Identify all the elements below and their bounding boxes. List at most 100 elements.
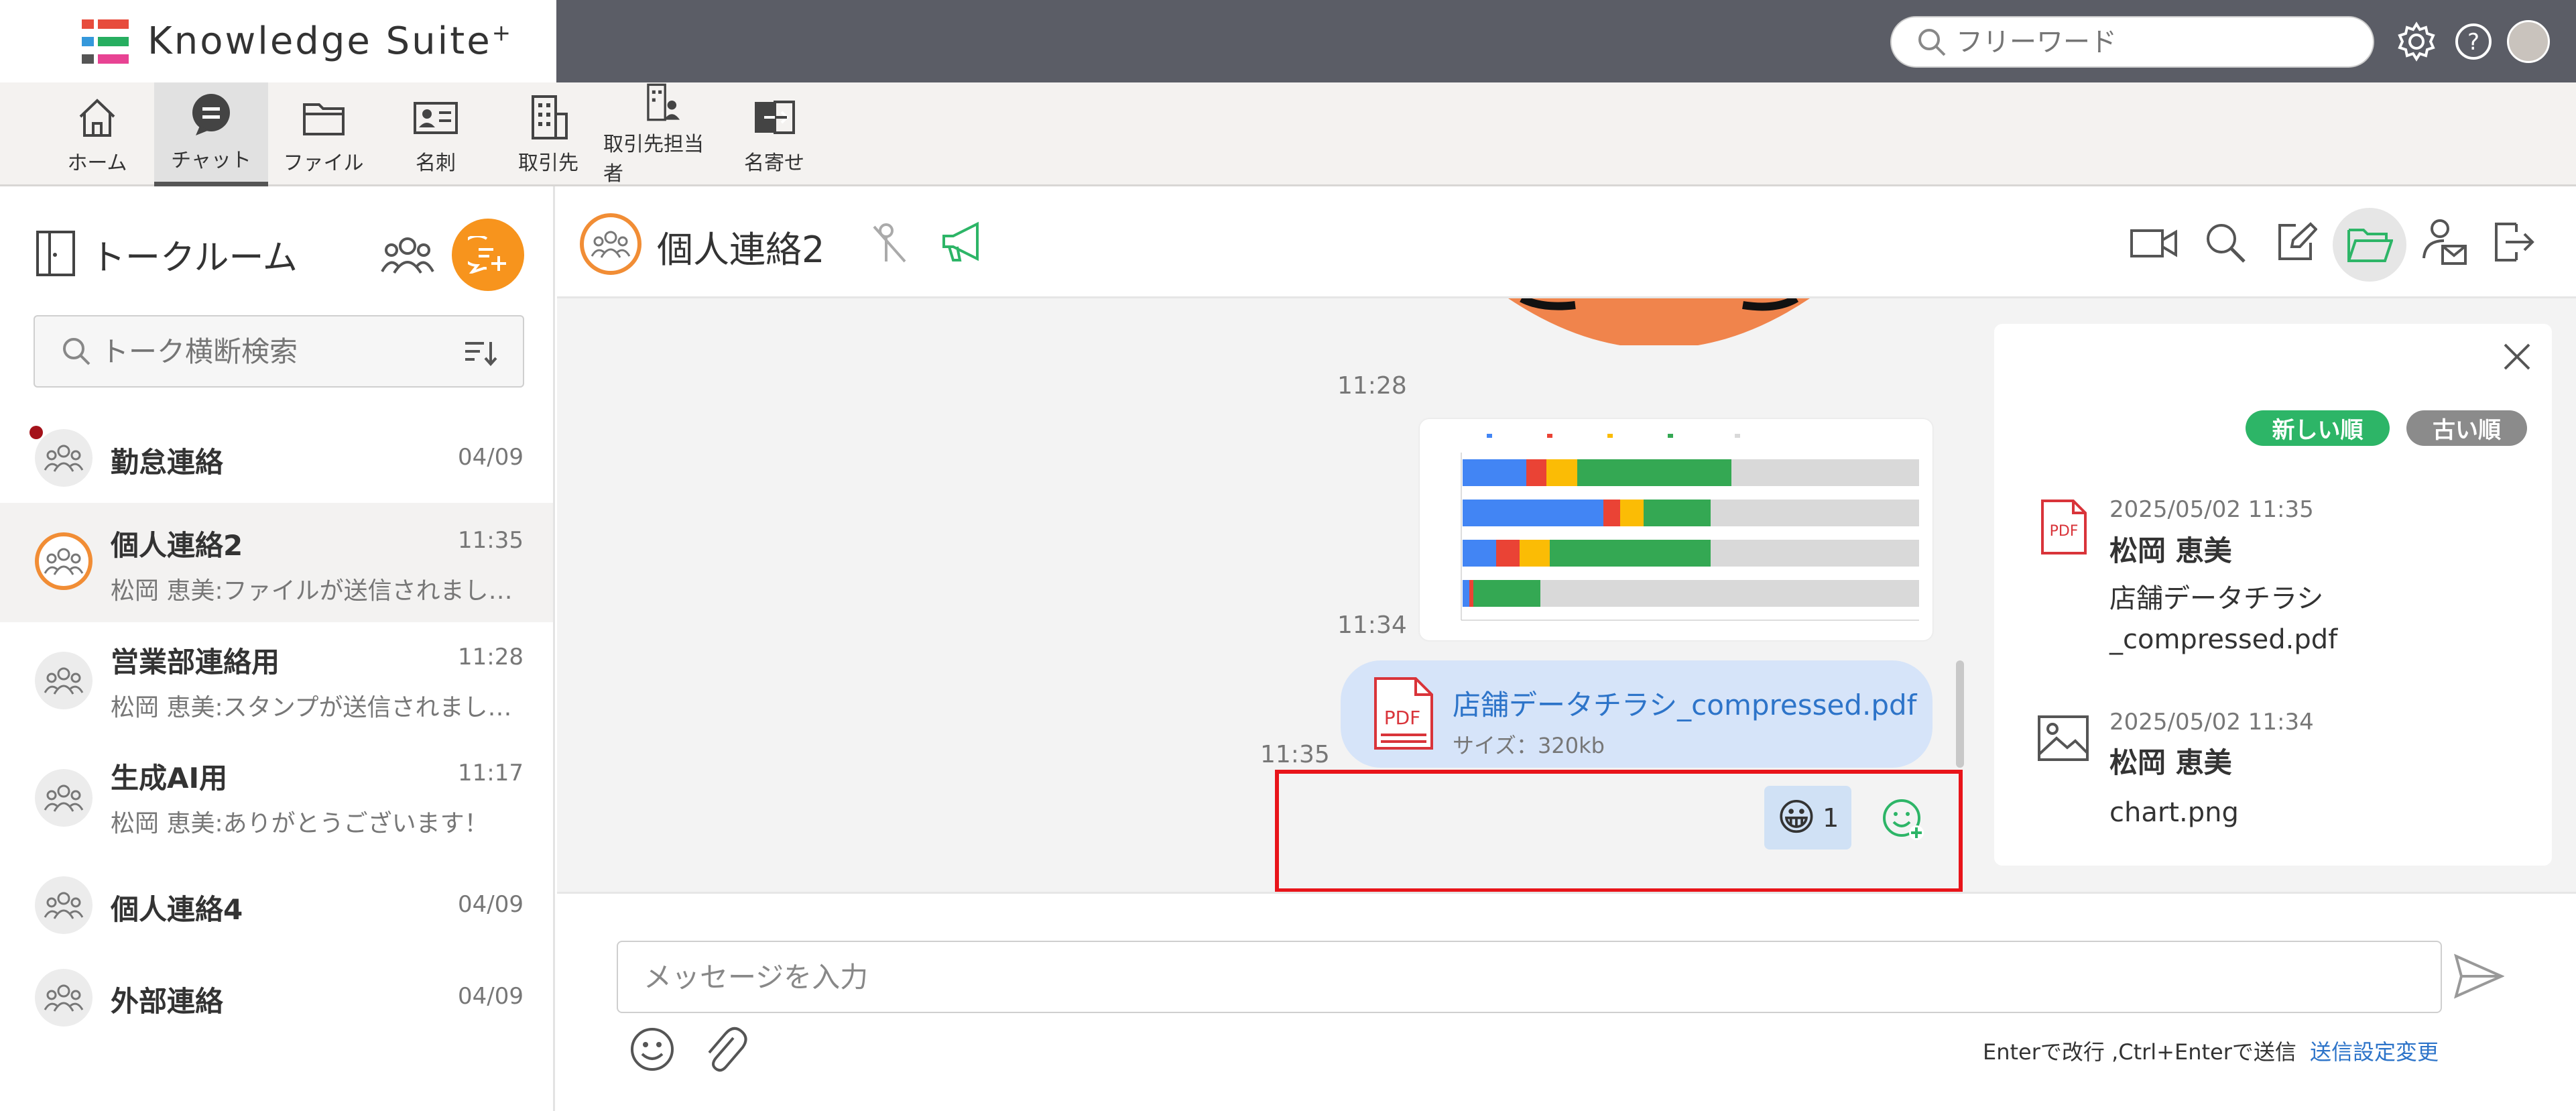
room-name: 外部連絡 — [111, 985, 224, 1018]
global-search[interactable] — [1890, 16, 2374, 68]
door-icon[interactable] — [35, 229, 76, 278]
app-navigation: ホーム チャット ファイル 名刺 取引先 取引先担当者 名寄せ — [0, 82, 2576, 186]
room-preview: 松岡 恵美:ありがとうございます！ — [111, 810, 489, 837]
nav-home-label: ホーム — [67, 151, 127, 175]
file-uploader: 松岡 恵美 — [2109, 534, 2232, 567]
message-time: 11:28 — [1337, 372, 1407, 400]
send-icon[interactable] — [2453, 951, 2504, 1002]
nav-client[interactable]: 取引先 — [508, 82, 589, 186]
room-item[interactable]: 勤怠連絡 04/09 — [0, 416, 553, 500]
brand-logo[interactable]: Knowledge Suite+ — [0, 0, 556, 82]
room-name: 営業部連絡用 — [111, 646, 280, 679]
scrollbar[interactable] — [1956, 660, 1964, 768]
send-hint: Enterで改行 ,Ctrl+Enterで送信 — [1983, 1039, 2296, 1065]
user-mail-icon[interactable] — [2421, 218, 2467, 266]
file-name[interactable]: _compressed.pdf — [2109, 620, 2337, 660]
file-name-link[interactable]: 店舗データチラシ_compressed.pdf — [1453, 683, 1916, 723]
talk-room-title: トークルーム — [90, 238, 298, 278]
talk-search[interactable] — [34, 315, 524, 388]
nav-chat-label: チャット — [171, 149, 251, 172]
room-name: 個人連絡2 — [111, 529, 243, 562]
room-item[interactable]: 外部連絡 04/09 — [0, 952, 553, 1039]
file-size: サイズ：320kb — [1453, 733, 1605, 758]
global-search-input[interactable] — [1956, 26, 2331, 58]
svg-text:PDF: PDF — [1384, 707, 1421, 729]
room-name: 勤怠連絡 — [111, 446, 224, 479]
room-item[interactable]: 生成AI用 11:17 松岡 恵美:ありがとうございます！ — [0, 741, 553, 858]
attachment-icon[interactable] — [701, 1025, 748, 1074]
room-time: 11:28 — [458, 644, 524, 670]
exit-icon[interactable] — [2492, 220, 2535, 264]
video-call-icon[interactable] — [2130, 227, 2177, 260]
gear-icon[interactable] — [2396, 21, 2437, 62]
sort-icon[interactable] — [464, 339, 497, 366]
message-time: 11:34 — [1337, 611, 1407, 639]
nav-business-card[interactable]: 名刺 — [395, 82, 476, 186]
group-avatar — [35, 652, 93, 709]
new-talk-button[interactable] — [452, 219, 524, 291]
group-icon — [44, 445, 84, 472]
files-toggle-button[interactable] — [2333, 208, 2406, 282]
folder-open-icon — [2347, 229, 2393, 262]
sort-oldest-button[interactable]: 古い順 — [2406, 410, 2527, 446]
nav-merge[interactable]: 名寄せ — [737, 82, 811, 186]
home-icon — [79, 98, 115, 137]
chat-icon — [192, 94, 230, 135]
file-name[interactable]: chart.png — [2109, 793, 2239, 833]
building-icon — [532, 95, 568, 139]
room-preview: 松岡 恵美:スタンプが送信されまし… — [111, 694, 512, 721]
room-name: 個人連絡4 — [111, 893, 243, 926]
message-time: 11:35 — [1260, 741, 1330, 768]
pin-icon[interactable] — [870, 221, 910, 266]
nav-client-contact[interactable]: 取引先担当者 — [603, 82, 721, 186]
nav-merge-label: 名寄せ — [744, 151, 804, 175]
nav-client-label: 取引先 — [518, 151, 578, 175]
image-message[interactable] — [1420, 419, 1933, 640]
edit-icon[interactable] — [2276, 221, 2317, 263]
emoji-icon[interactable] — [629, 1026, 676, 1073]
group-icon — [591, 231, 631, 258]
unread-dot — [29, 426, 43, 439]
group-icon — [44, 667, 84, 695]
room-item-active[interactable]: 個人連絡2 11:35 松岡 恵美:ファイルが送信されまし… — [0, 503, 553, 622]
group-avatar — [35, 769, 93, 827]
sort-newest-button[interactable]: 新しい順 — [2246, 410, 2390, 446]
stamp-image[interactable] — [1501, 298, 1817, 345]
close-icon[interactable] — [2502, 342, 2532, 371]
nav-business-card-label: 名刺 — [416, 151, 456, 175]
room-time: 04/09 — [458, 891, 524, 918]
group-avatar — [35, 876, 93, 934]
user-avatar[interactable] — [2507, 20, 2550, 63]
room-item[interactable]: 個人連絡4 04/09 — [0, 862, 553, 949]
members-icon[interactable] — [381, 231, 434, 278]
nav-chat[interactable]: チャット — [154, 82, 268, 186]
file-name[interactable]: 店舗データチラシ — [2109, 579, 2323, 620]
room-time: 11:35 — [458, 527, 524, 554]
room-name: 生成AI用 — [111, 762, 228, 795]
search-icon[interactable] — [2204, 221, 2247, 264]
nav-client-contact-label: 取引先担当者 — [603, 133, 704, 186]
image-file-icon — [2038, 715, 2089, 761]
group-icon — [44, 548, 84, 575]
group-avatar — [35, 969, 93, 1027]
nav-file[interactable]: ファイル — [282, 82, 365, 186]
app-name: Knowledge Suite+ — [147, 19, 513, 63]
merge-icon — [755, 100, 795, 134]
folder-icon — [302, 103, 345, 135]
file-date: 2025/05/02 11:35 — [2109, 496, 2314, 523]
svg-text:PDF: PDF — [2050, 523, 2079, 540]
megaphone-icon[interactable] — [940, 220, 987, 264]
file-uploader: 松岡 恵美 — [2109, 746, 2232, 779]
chat-title: 個人連絡2 — [657, 229, 825, 271]
room-time: 04/09 — [458, 444, 524, 471]
search-icon — [1918, 28, 1946, 56]
nav-home[interactable]: ホーム — [60, 82, 134, 186]
help-icon[interactable]: ? — [2453, 21, 2494, 62]
room-item[interactable]: 営業部連絡用 11:28 松岡 恵美:スタンプが送信されまし… — [0, 624, 553, 741]
send-settings-link[interactable]: 送信設定変更 — [2310, 1035, 2439, 1066]
talk-search-input[interactable] — [101, 335, 436, 368]
message-input[interactable] — [617, 941, 2442, 1013]
pdf-file-icon: PDF — [2041, 500, 2087, 554]
group-icon — [44, 892, 84, 919]
room-time: 11:17 — [458, 760, 524, 786]
